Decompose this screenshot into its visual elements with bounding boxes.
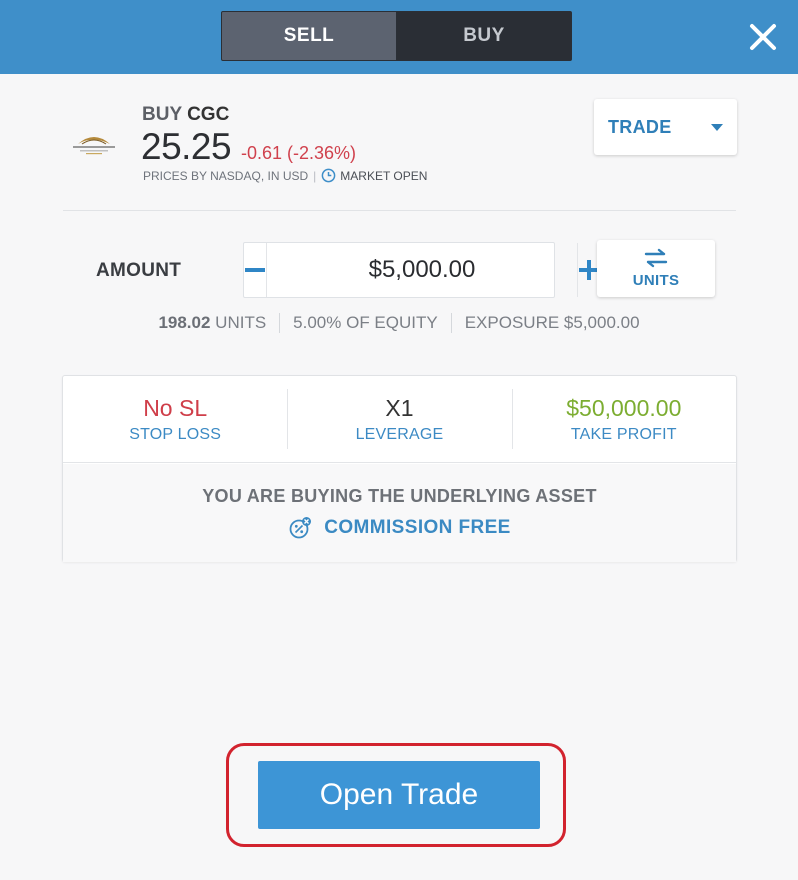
close-icon[interactable]: [746, 20, 780, 54]
asset-ticker: CGC: [187, 104, 230, 125]
asset-action: BUY: [142, 104, 182, 125]
open-trade-button[interactable]: Open Trade: [258, 761, 540, 829]
units-toggle-label: UNITS: [632, 272, 680, 289]
take-profit-value: $50,000.00: [566, 394, 682, 421]
header-bar: SELL BUY: [0, 0, 798, 74]
commission-free-label: COMMISSION FREE: [324, 517, 511, 538]
exposure-summary: EXPOSURE $5,000.00: [464, 313, 640, 332]
minus-icon: [245, 268, 265, 272]
stop-loss-setting[interactable]: No SL STOP LOSS: [63, 376, 287, 462]
leverage-value: X1: [385, 394, 414, 421]
position-summary: 198.02 UNITS 5.00% OF EQUITY EXPOSURE $5…: [0, 313, 798, 333]
leverage-label: LEVERAGE: [355, 425, 444, 443]
buy-tab[interactable]: BUY: [397, 12, 571, 60]
leverage-setting[interactable]: X1 LEVERAGE: [287, 376, 511, 462]
market-status: MARKET OPEN: [340, 168, 428, 183]
divider: [63, 210, 736, 211]
order-type-label: TRADE: [608, 116, 672, 137]
canopy-growth-logo-icon: [70, 128, 118, 160]
underlying-asset-notice: YOU ARE BUYING THE UNDERLYING ASSET: [202, 486, 597, 506]
trade-settings-card: No SL STOP LOSS X1 LEVERAGE $50,000.00 T…: [62, 375, 737, 562]
price-change: -0.61 (-2.36%): [241, 143, 357, 163]
commission-free-icon: [289, 517, 312, 539]
separator: |: [313, 168, 317, 183]
stop-loss-value: No SL: [143, 394, 208, 421]
asset-info-panel: YOU ARE BUYING THE UNDERLYING ASSET COMM…: [63, 464, 736, 562]
swap-icon: [644, 248, 668, 268]
units-value: 198.02: [158, 313, 211, 332]
price-source: PRICES BY NASDAQ, IN USD: [143, 168, 309, 183]
amount-label: AMOUNT: [96, 260, 182, 281]
take-profit-label: TAKE PROFIT: [570, 425, 677, 443]
sell-tab[interactable]: SELL: [222, 12, 397, 60]
units-summary: 198.02 UNITS: [145, 313, 281, 333]
amount-input[interactable]: [267, 243, 577, 297]
asset-heading: BUY CGC: [142, 104, 229, 126]
clock-icon: [321, 168, 336, 183]
take-profit-setting[interactable]: $50,000.00 TAKE PROFIT: [511, 376, 736, 462]
sell-tab-label: SELL: [283, 25, 335, 46]
units-toggle-button[interactable]: UNITS: [597, 240, 715, 297]
decrease-amount-button[interactable]: [244, 243, 267, 297]
amount-stepper: [243, 242, 599, 298]
sell-buy-toggle: SELL BUY: [221, 11, 572, 61]
stop-loss-label: STOP LOSS: [129, 425, 222, 443]
buy-tab-label: BUY: [463, 25, 505, 46]
order-type-dropdown[interactable]: TRADE: [594, 99, 737, 155]
price-source-line: PRICES BY NASDAQ, IN USD | MARKET OPEN: [143, 168, 427, 183]
units-label: UNITS: [215, 313, 267, 332]
chevron-down-icon: [711, 124, 723, 131]
trade-settings-row: No SL STOP LOSS X1 LEVERAGE $50,000.00 T…: [63, 376, 736, 463]
asset-price: 25.25: [141, 126, 232, 167]
commission-notice: COMMISSION FREE: [63, 516, 736, 540]
equity-summary: 5.00% OF EQUITY: [280, 313, 452, 333]
